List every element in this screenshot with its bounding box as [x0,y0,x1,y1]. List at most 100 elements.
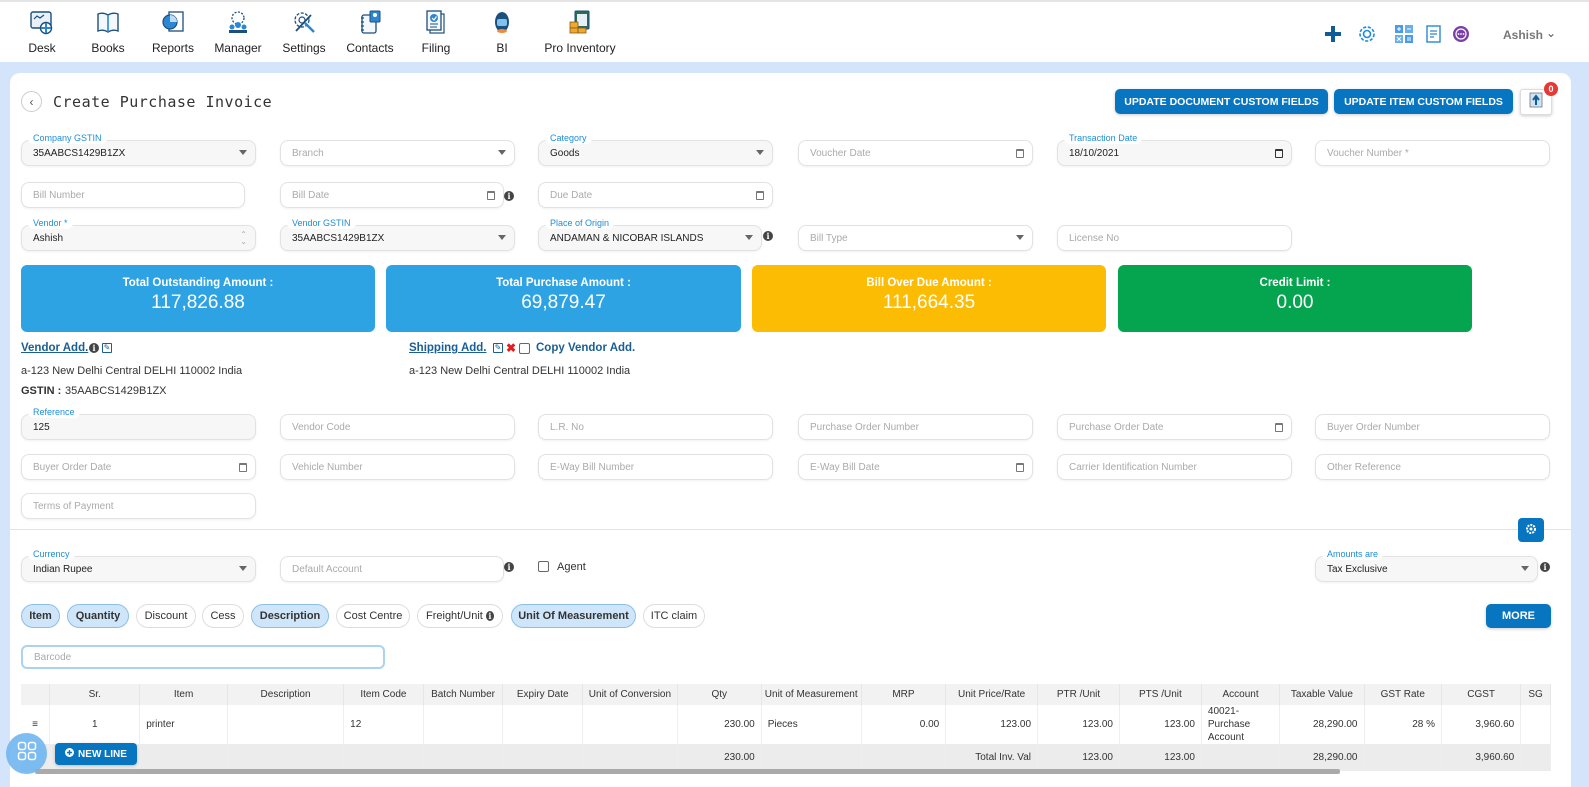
table-cell[interactable]: 28,290.00 [1279,705,1365,744]
column-settings-button[interactable] [1518,518,1544,542]
chip-item[interactable]: Item [21,604,60,628]
purchase-order-number-input[interactable]: Purchase Order Number [798,414,1033,440]
gear-icon[interactable] [1355,22,1379,46]
table-cell[interactable]: 1 [49,705,141,744]
table-cell[interactable] [582,705,678,744]
lr-no-input[interactable]: L.R. No [538,414,773,440]
table-cell[interactable]: Pieces [761,705,862,744]
apps-fab-button[interactable] [6,733,47,774]
place-of-origin-select[interactable]: Place of Origin ANDAMAN & NICOBAR ISLAND… [538,217,762,251]
purchase-order-date-input[interactable]: Purchase Order Date [1057,414,1292,440]
chip-itc-claim[interactable]: ITC claim [643,604,705,628]
carrier-identification-number-input[interactable]: Carrier Identification Number [1057,454,1292,480]
category-select[interactable]: Category Goods [538,132,773,166]
eway-bill-date-input[interactable]: E-Way Bill Date [798,454,1033,480]
bill-number-input[interactable]: Bill Number [21,182,245,208]
update-document-custom-fields-button[interactable]: UPDATE DOCUMENT CUSTOM FIELDS [1115,89,1328,114]
nav-bi[interactable]: BI [462,8,542,55]
calendar-icon[interactable] [1275,423,1283,432]
amounts-are-select[interactable]: Amounts are Tax Exclusive [1315,548,1538,582]
edit-icon[interactable]: ✎ [493,343,503,353]
calendar-icon[interactable] [1016,463,1024,472]
column-header: PTR /Unit [1037,684,1120,705]
table-cell[interactable]: 40021-Purchase Account [1201,705,1281,744]
chip-freight-unit[interactable]: Freight/Unit i [417,604,503,628]
table-cell[interactable]: 12 [343,705,424,744]
table-cell[interactable]: 28 % [1364,705,1443,744]
currency-select[interactable]: Currency Indian Rupee [21,548,256,582]
caret-down-icon [498,150,506,155]
eway-bill-number-input[interactable]: E-Way Bill Number [538,454,773,480]
notes-icon[interactable] [1422,22,1446,46]
calendar-icon[interactable] [239,463,247,472]
vehicle-number-input[interactable]: Vehicle Number [280,454,515,480]
table-cell[interactable]: 230.00 [677,705,762,744]
default-account-input[interactable]: Default Account [280,556,504,582]
table-cell[interactable] [423,705,504,744]
table-cell[interactable] [1520,705,1551,744]
user-name[interactable]: Ashish [1503,28,1543,42]
chip-cess[interactable]: Cess [202,604,244,628]
calendar-icon[interactable] [487,191,495,200]
new-line-button[interactable]: NEW LINE [55,743,137,765]
agent-checkbox[interactable] [538,561,549,572]
update-item-custom-fields-button[interactable]: UPDATE ITEM CUSTOM FIELDS [1334,89,1513,114]
info-icon[interactable]: i [504,191,514,201]
voucher-number-input[interactable]: Voucher Number * [1315,140,1550,166]
license-no-input[interactable]: License No [1057,225,1292,251]
column-header: Batch Number [423,684,504,705]
chip-description[interactable]: Description [251,604,329,628]
add-icon[interactable] [1321,22,1345,46]
filing-icon [422,8,450,36]
calendar-icon[interactable] [1275,149,1283,158]
chip-cost-centre[interactable]: Cost Centre [336,604,410,628]
info-icon[interactable]: i [763,231,773,241]
edit-icon[interactable]: ✎ [102,343,112,353]
table-row[interactable]: ≡ 1 printer 12 230.00 Pieces 0.00 123.00 123.00 1… [21,705,1551,744]
info-icon[interactable]: i [1540,562,1550,572]
info-icon[interactable]: i [485,611,494,621]
vendor-code-input[interactable]: Vendor Code [280,414,515,440]
vendor-address-link[interactable]: Vendor Add. [21,342,88,354]
table-cell[interactable]: 123.00 [1037,705,1120,744]
remove-icon[interactable]: ✖ [506,341,516,355]
other-reference-input[interactable]: Other Reference [1315,454,1550,480]
bill-date-input[interactable]: Bill Date [280,182,504,208]
chat-icon[interactable] [1449,22,1473,46]
vendor-gstin-select[interactable]: Vendor GSTIN 35AABCS1429B1ZX [280,217,515,251]
table-cell[interactable]: printer [139,705,228,744]
buyer-order-date-input[interactable]: Buyer Order Date [21,454,256,480]
nav-pro-inventory[interactable]: Pro Inventory [540,8,620,55]
table-cell[interactable]: 0.00 [861,705,947,744]
terms-of-payment-input[interactable]: Terms of Payment [21,493,256,519]
buyer-order-number-input[interactable]: Buyer Order Number [1315,414,1550,440]
more-button[interactable]: MORE [1486,604,1551,628]
table-cell[interactable]: 3,960.60 [1441,705,1522,744]
reference-input[interactable]: Reference 125 [21,406,256,440]
transaction-date-input[interactable]: Transaction Date 18/10/2021 [1057,132,1292,166]
back-button[interactable]: ‹ [21,91,42,112]
due-date-input[interactable]: Due Date [538,182,773,208]
copy-vendor-checkbox[interactable] [519,343,530,354]
calculator-icon[interactable] [1392,22,1416,46]
bill-type-select[interactable]: Bill Type [798,225,1033,251]
info-icon[interactable]: i [504,562,514,572]
calendar-icon[interactable] [1016,149,1024,158]
chip-unit-of-measurement[interactable]: Unit Of Measurement [511,604,636,628]
voucher-date-input[interactable]: Voucher Date [798,140,1033,166]
table-cell[interactable] [227,705,345,744]
chip-discount[interactable]: Discount [136,604,196,628]
company-gstin-select[interactable]: Company GSTIN 35AABCS1429B1ZX [21,132,256,166]
table-cell[interactable]: 123.00 [1119,705,1202,744]
table-cell[interactable] [502,705,584,744]
horizontal-scrollbar[interactable] [35,769,1340,774]
shipping-address-link[interactable]: Shipping Add. [409,342,487,354]
chip-quantity[interactable]: Quantity [67,604,129,628]
vendor-select[interactable]: Vendor * Ashish ⌃ ⌄ [21,217,256,251]
chevron-down-icon[interactable]: ⌄ [1546,26,1556,40]
table-cell[interactable]: 123.00 [945,705,1039,744]
branch-select[interactable]: Branch [280,140,515,166]
info-icon[interactable]: i [89,343,99,353]
calendar-icon[interactable] [756,191,764,200]
barcode-input[interactable]: Barcode [21,645,385,669]
